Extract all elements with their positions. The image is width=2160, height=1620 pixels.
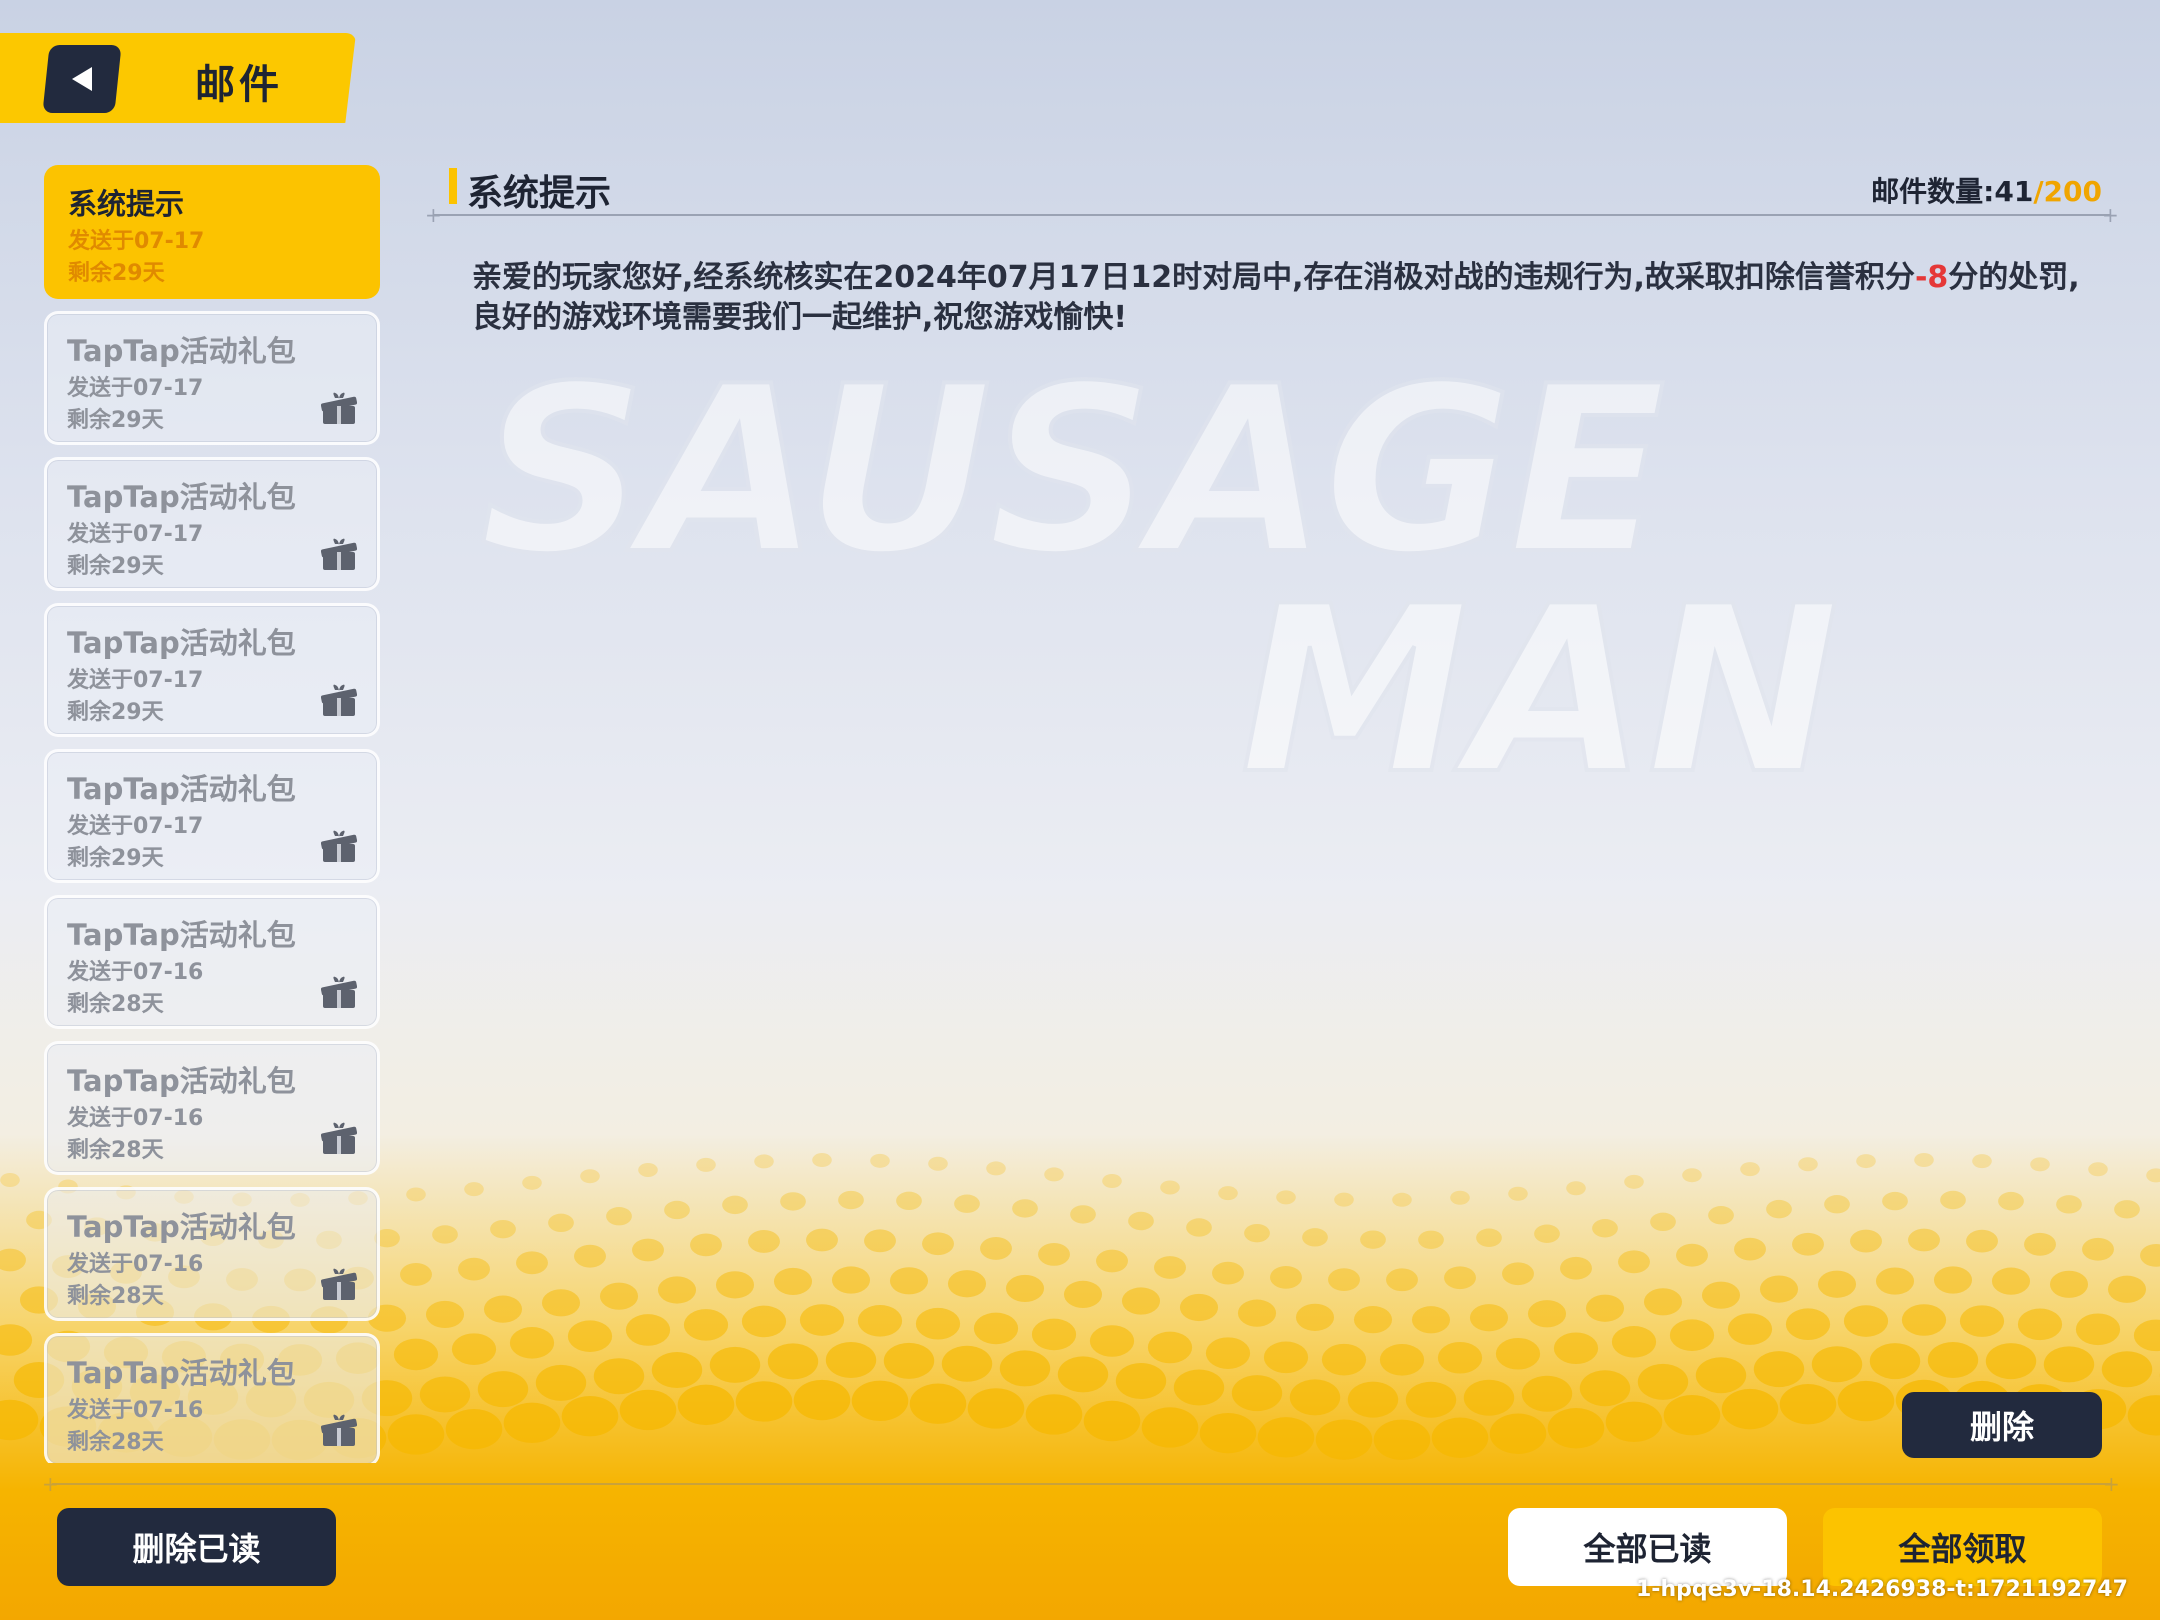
divider-plus-left: + bbox=[425, 203, 442, 227]
mail-list-item[interactable]: TapTap活动礼包发送于07-17 剩余29天 bbox=[44, 457, 380, 591]
mail-item-remaining: 剩余28天 bbox=[67, 1430, 164, 1455]
sausage-man-watermark: SAUSAGE MAN bbox=[478, 350, 1841, 810]
watermark-line2: MAN bbox=[1240, 558, 1839, 810]
mail-list-item[interactable]: TapTap活动礼包发送于07-17 剩余29天 bbox=[44, 311, 380, 445]
mail-count-label: 邮件数量: bbox=[1871, 175, 1995, 208]
mail-item-date: 发送于07-16 bbox=[67, 1398, 204, 1423]
gift-icon bbox=[320, 682, 358, 718]
delete-button[interactable]: 删除 bbox=[1902, 1392, 2102, 1458]
mail-body: 亲爱的玩家您好,经系统核实在2024年07月17日12时对局中,存在消极对战的违… bbox=[472, 258, 2082, 338]
mail-item-date: 发送于07-17 bbox=[68, 229, 205, 254]
mail-item-title: TapTap活动礼包 bbox=[67, 1210, 296, 1244]
mail-item-date: 发送于07-17 bbox=[67, 814, 204, 839]
mail-list-item[interactable]: TapTap活动礼包发送于07-17 剩余29天 bbox=[44, 749, 380, 883]
mail-item-remaining: 剩余29天 bbox=[67, 554, 164, 579]
divider-plus-right: + bbox=[2102, 203, 2119, 227]
mail-list-item[interactable]: TapTap活动礼包发送于07-16 剩余28天 bbox=[44, 1041, 380, 1175]
mail-item-remaining: 剩余28天 bbox=[67, 992, 164, 1017]
gift-icon bbox=[320, 390, 358, 426]
mail-item-title: TapTap活动礼包 bbox=[67, 334, 296, 368]
mail-list-item[interactable]: TapTap活动礼包发送于07-16 剩余28天 bbox=[44, 1333, 380, 1463]
mail-item-date: 发送于07-16 bbox=[67, 960, 204, 985]
mail-item-title: TapTap活动礼包 bbox=[67, 918, 296, 952]
mail-list-item[interactable]: TapTap活动礼包发送于07-16 剩余28天 bbox=[44, 1187, 380, 1321]
gift-icon bbox=[320, 1412, 358, 1448]
mail-item-remaining: 剩余28天 bbox=[67, 1138, 164, 1163]
content-title-accent bbox=[449, 168, 457, 204]
bottom-plus-right: + bbox=[2103, 1472, 2120, 1496]
mail-item-date: 发送于07-17 bbox=[67, 668, 204, 693]
mail-item-date: 发送于07-16 bbox=[67, 1106, 204, 1131]
mail-list-item[interactable]: 系统提示发送于07-17 剩余29天 bbox=[44, 165, 380, 299]
mail-item-date: 发送于07-17 bbox=[67, 522, 204, 547]
mail-count-current: 41 bbox=[1994, 175, 2034, 208]
gift-icon bbox=[320, 1266, 358, 1302]
gift-icon bbox=[320, 828, 358, 864]
mail-item-title: TapTap活动礼包 bbox=[67, 1064, 296, 1098]
mail-item-date: 发送于07-17 bbox=[67, 376, 204, 401]
watermark-line1: SAUSAGE bbox=[480, 350, 1664, 605]
mail-item-remaining: 剩余29天 bbox=[68, 261, 165, 286]
mail-item-remaining: 剩余29天 bbox=[67, 846, 164, 871]
mail-item-title: TapTap活动礼包 bbox=[67, 772, 296, 806]
mail-count: 邮件数量:41/200 bbox=[1871, 170, 2102, 210]
bottom-plus-left: + bbox=[42, 1472, 59, 1496]
mail-body-penalty-value: -8 bbox=[1914, 260, 1949, 295]
mail-item-remaining: 剩余28天 bbox=[67, 1284, 164, 1309]
mail-item-date: 发送于07-16 bbox=[67, 1252, 204, 1277]
claim-all-button[interactable]: 全部领取 bbox=[1823, 1508, 2102, 1586]
mail-list-item[interactable]: TapTap活动礼包发送于07-17 剩余29天 bbox=[44, 603, 380, 737]
mail-item-title: TapTap活动礼包 bbox=[67, 480, 296, 514]
bottom-divider bbox=[52, 1483, 2112, 1485]
mail-list-item[interactable]: TapTap活动礼包发送于07-16 剩余28天 bbox=[44, 895, 380, 1029]
mail-count-max: /200 bbox=[2033, 175, 2102, 208]
version-text: 1-hpqe3v-18.14.2426938-t:1721192747 bbox=[1636, 1577, 2128, 1602]
mail-item-title: TapTap活动礼包 bbox=[67, 1356, 296, 1390]
mail-list[interactable]: 系统提示 发送于07-17 剩余29天 TapTap活动礼包 发送于07-17 剩余29天… bbox=[44, 165, 384, 1463]
delete-read-button[interactable]: 删除已读 bbox=[57, 1508, 336, 1586]
gift-icon bbox=[320, 974, 358, 1010]
mail-body-text-start: 亲爱的玩家您好,经系统核实在2024年07月17日12时对局中,存在消极对战的违… bbox=[472, 260, 1915, 295]
content-title: 系统提示 bbox=[467, 173, 612, 214]
back-arrow-icon bbox=[72, 67, 92, 91]
gift-icon bbox=[320, 536, 358, 572]
mail-item-remaining: 剩余29天 bbox=[67, 700, 164, 725]
mail-item-title: TapTap活动礼包 bbox=[67, 626, 296, 660]
content-divider bbox=[434, 214, 2110, 216]
mail-item-title: 系统提示 bbox=[68, 187, 185, 221]
gift-icon bbox=[320, 1120, 358, 1156]
back-button[interactable] bbox=[42, 45, 122, 113]
page-title: 邮件 bbox=[195, 62, 283, 108]
read-all-button[interactable]: 全部已读 bbox=[1508, 1508, 1787, 1586]
mail-item-remaining: 剩余29天 bbox=[67, 408, 164, 433]
